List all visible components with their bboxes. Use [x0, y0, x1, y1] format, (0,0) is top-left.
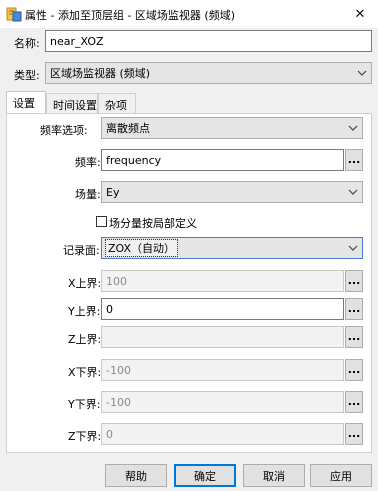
type-label: 类型: [14, 69, 40, 82]
apply-button[interactable]: 应用 [310, 464, 372, 487]
name-value: near_XOZ [50, 34, 104, 48]
name-input[interactable]: near_XOZ [45, 30, 372, 52]
type-value: 区域场监视器 (频域) [50, 67, 151, 80]
cancel-button[interactable]: 取消 [243, 464, 305, 487]
frequency-value: frequency [106, 153, 162, 167]
frequency-browse-label: ... [347, 153, 361, 166]
chevron-down-icon [348, 125, 358, 131]
tab-time-settings[interactable]: 时间设置 [46, 93, 98, 113]
z-upper-browse-button[interactable]: ... [345, 326, 363, 348]
x-lower-value: -100 [106, 363, 131, 377]
chevron-down-icon [348, 189, 358, 195]
y-lower-value: -100 [106, 395, 131, 409]
tab-misc-label: 杂项 [105, 99, 127, 112]
freq-option-label: 频率选项: [40, 124, 88, 137]
y-lower-browse-label: ... [347, 395, 361, 408]
field-select[interactable]: Ey [101, 181, 363, 203]
z-upper-browse-label: ... [347, 330, 361, 343]
x-upper-value: 100 [106, 274, 127, 288]
help-button-label: 帮助 [125, 469, 147, 483]
z-lower-value: 0 [106, 427, 113, 441]
y-lower-browse-button[interactable]: ... [345, 391, 363, 413]
y-upper-label: Y上界: [68, 305, 101, 318]
chevron-down-icon [348, 245, 358, 251]
x-lower-browse-label: ... [347, 363, 361, 376]
x-upper-label: X上界: [68, 277, 102, 290]
tab-misc[interactable]: 杂项 [98, 93, 136, 113]
record-plane-select[interactable]: ZOX（自动） [101, 237, 363, 259]
x-upper-browse-button[interactable]: ... [345, 270, 363, 292]
tab-settings[interactable]: 设置 [6, 91, 46, 113]
z-lower-label: Z下界: [68, 430, 102, 443]
close-button[interactable]: ✕ [342, 0, 378, 28]
record-plane-label: 记录面: [63, 244, 100, 257]
frequency-browse-button[interactable]: ... [345, 149, 363, 171]
y-upper-browse-button[interactable]: ... [345, 298, 363, 320]
title-bar: 属性 - 添加至顶层组 - 区域场监视器 (频域) ✕ [0, 0, 378, 28]
name-label: 名称: [14, 37, 40, 50]
y-lower-label: Y下界: [68, 398, 101, 411]
apply-button-label: 应用 [330, 469, 352, 483]
x-upper-input[interactable]: 100 [101, 270, 344, 292]
x-upper-browse-label: ... [347, 274, 361, 287]
z-lower-input[interactable]: 0 [101, 423, 344, 445]
freq-option-value: 离散频点 [106, 122, 150, 135]
frequency-label: 频率: [75, 156, 101, 169]
x-lower-input[interactable]: -100 [101, 359, 344, 381]
type-select[interactable]: 区域场监视器 (频域) [45, 62, 372, 84]
properties-icon [6, 7, 22, 22]
z-lower-browse-label: ... [347, 427, 361, 440]
y-upper-value: 0 [106, 302, 113, 316]
freq-option-select[interactable]: 离散频点 [101, 117, 363, 139]
frequency-input[interactable]: frequency [101, 149, 344, 171]
help-button[interactable]: 帮助 [105, 464, 167, 487]
y-lower-input[interactable]: -100 [101, 391, 344, 413]
x-lower-browse-button[interactable]: ... [345, 359, 363, 381]
z-upper-label: Z上界: [68, 333, 102, 346]
y-upper-browse-label: ... [347, 302, 361, 315]
y-upper-input[interactable]: 0 [101, 298, 344, 320]
ok-button[interactable]: 确定 [174, 464, 236, 487]
chevron-down-icon [357, 70, 367, 76]
ok-button-label: 确定 [194, 469, 216, 483]
z-lower-browse-button[interactable]: ... [345, 423, 363, 445]
record-plane-value: ZOX（自动） [104, 239, 179, 257]
z-upper-input[interactable] [101, 326, 344, 348]
x-lower-label: X下界: [68, 366, 102, 379]
field-value: Ey [106, 185, 120, 199]
tab-time-settings-label: 时间设置 [53, 99, 97, 112]
local-axes-label: 场分量按局部定义 [109, 217, 197, 230]
tab-settings-label: 设置 [13, 97, 35, 110]
cancel-button-label: 取消 [263, 469, 285, 483]
window-title: 属性 - 添加至顶层组 - 区域场监视器 (频域) [25, 9, 236, 22]
local-axes-checkbox[interactable] [96, 216, 107, 227]
field-label: 场量: [75, 188, 101, 201]
close-icon: ✕ [354, 6, 366, 22]
